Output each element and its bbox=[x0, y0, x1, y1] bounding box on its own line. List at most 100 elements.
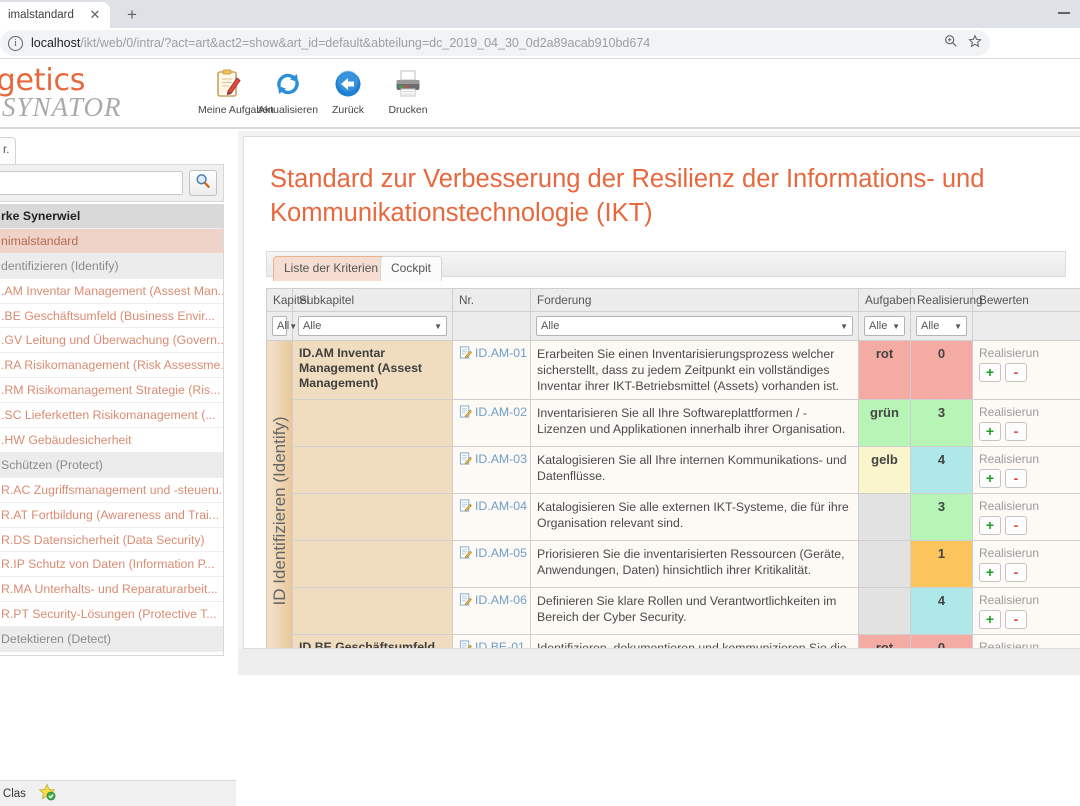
filter-select-kapitel[interactable]: All ▼ bbox=[272, 316, 287, 336]
filter-cell-nr bbox=[453, 312, 531, 341]
tab-cockpit[interactable]: Cockpit bbox=[380, 256, 442, 281]
forderung-cell: Katalogisieren Sie all Ihre internen Kom… bbox=[531, 447, 859, 494]
browser-tab[interactable]: imalstandard ✕ bbox=[0, 2, 110, 28]
realisierung-cell: 4 bbox=[911, 588, 973, 635]
toolbar-button-zurueck[interactable]: Zurück bbox=[318, 64, 378, 116]
forderung-cell: Inventarisieren Sie all Ihre Softwarepla… bbox=[531, 400, 859, 447]
criteria-nr-link[interactable]: ID.AM-03 bbox=[475, 452, 527, 466]
col-header-aufgaben[interactable]: Aufgaben bbox=[859, 289, 911, 312]
criteria-nr-cell[interactable]: ID.AM-06 bbox=[453, 588, 531, 635]
decrease-button[interactable]: - bbox=[1005, 363, 1027, 382]
sidebar-item-id-am[interactable]: .AM Inventar Management (Assest Man... bbox=[0, 279, 223, 304]
page-title: Standard zur Verbesserung der Resilienz … bbox=[270, 162, 1000, 230]
sidebar-item-pr-ma[interactable]: R.MA Unterhalts- und Reparaturarbeit... bbox=[0, 577, 223, 602]
info-icon[interactable]: i bbox=[8, 36, 23, 51]
sidebar-item-id-ra[interactable]: .RA Risikomanagement (Risk Assessme... bbox=[0, 353, 223, 378]
bewerten-label: Realisierun bbox=[979, 452, 1080, 466]
col-header-nr[interactable]: Nr. bbox=[453, 289, 531, 312]
decrease-button[interactable]: - bbox=[1005, 422, 1027, 441]
bewerten-label: Realisierun bbox=[979, 405, 1080, 419]
sidebar-item-pr-at[interactable]: R.AT Fortbildung (Awareness and Trai... bbox=[0, 503, 223, 528]
filter-select-subkapitel[interactable]: Alle ▼ bbox=[298, 316, 447, 336]
criteria-nr-cell[interactable]: ID.AM-04 bbox=[453, 494, 531, 541]
toolbar-label: Aktualisieren bbox=[258, 104, 318, 116]
criteria-nr-cell[interactable]: ID.AM-01 bbox=[453, 341, 531, 400]
criteria-nr-cell[interactable]: ID.BE-01 bbox=[453, 635, 531, 650]
chevron-down-icon: ▼ bbox=[892, 322, 900, 331]
increase-button[interactable]: + bbox=[979, 422, 1001, 441]
sidebar-item-detect[interactable]: Detektieren (Detect) bbox=[0, 627, 223, 652]
filter-cell-realisierung: Alle ▼ bbox=[911, 312, 973, 341]
decrease-button[interactable]: - bbox=[1005, 516, 1027, 535]
sidebar-item-pr-ip[interactable]: R.IP Schutz von Daten (Information P... bbox=[0, 552, 223, 577]
printer-icon bbox=[378, 64, 438, 104]
filter-value: Alle bbox=[869, 320, 887, 332]
sidebar-item-pr-pt[interactable]: R.PT Security-Lösungen (Protective T... bbox=[0, 602, 223, 627]
sidebar-item-id-rm[interactable]: .RM Risikomanagement Strategie (Ris... bbox=[0, 378, 223, 403]
sidebar-item-selected[interactable]: nimalstandard bbox=[0, 229, 223, 254]
sidebar-item-protect[interactable]: Schützen (Protect) bbox=[0, 453, 223, 478]
bewerten-cell: Realisierun+- bbox=[973, 341, 1080, 400]
increase-button[interactable]: + bbox=[979, 610, 1001, 629]
zoom-in-icon[interactable] bbox=[940, 34, 962, 52]
close-icon[interactable]: ✕ bbox=[88, 8, 102, 22]
filter-select-aufgaben[interactable]: Alle ▼ bbox=[864, 316, 905, 336]
sidebar-item-id-gv[interactable]: .GV Leitung und Überwachung (Govern... bbox=[0, 328, 223, 353]
sidebar-item-id-hw[interactable]: .HW Gebäudesicherheit bbox=[0, 428, 223, 453]
filter-cell-kapitel: All ▼ bbox=[267, 312, 293, 341]
refresh-icon bbox=[258, 64, 318, 104]
toolbar-button-meine-aufgaben[interactable]: Meine Aufgaben bbox=[198, 64, 258, 116]
toolbar-button-aktualisieren[interactable]: Aktualisieren bbox=[258, 64, 318, 116]
sidebar-tab[interactable]: r. bbox=[0, 137, 16, 164]
document-edit-icon bbox=[459, 640, 472, 649]
star-icon[interactable] bbox=[964, 34, 986, 52]
tab-liste-der-kriterien[interactable]: Liste der Kriterien bbox=[273, 256, 389, 281]
criteria-nr-cell[interactable]: ID.AM-02 bbox=[453, 400, 531, 447]
criteria-nr-link[interactable]: ID.AM-01 bbox=[475, 346, 527, 360]
increase-button[interactable]: + bbox=[979, 516, 1001, 535]
sidebar-nav-list: rke Synerwiel nimalstandard dentifiziere… bbox=[0, 204, 224, 656]
criteria-nr-cell[interactable]: ID.AM-05 bbox=[453, 541, 531, 588]
aufgaben-cell: gelb bbox=[859, 447, 911, 494]
filter-select-forderung[interactable]: Alle ▼ bbox=[536, 316, 853, 336]
table-row: ID.AM-05Priorisieren Sie die inventarisi… bbox=[267, 541, 1080, 588]
col-header-realisierung[interactable]: Realisierung bbox=[911, 289, 973, 312]
sidebar-item-pr-ac[interactable]: R.AC Zugriffsmanagement und -steueru... bbox=[0, 478, 223, 503]
star-badge-icon[interactable] bbox=[38, 783, 56, 804]
toolbar-label: Drucken bbox=[378, 104, 438, 116]
criteria-nr-link[interactable]: ID.AM-05 bbox=[475, 546, 527, 560]
decrease-button[interactable]: - bbox=[1005, 610, 1027, 629]
criteria-nr-link[interactable]: ID.BE-01 bbox=[475, 640, 525, 649]
criteria-nr-link[interactable]: ID.AM-06 bbox=[475, 593, 527, 607]
increase-button[interactable]: + bbox=[979, 563, 1001, 582]
sidebar-item-id-sc[interactable]: .SC Lieferketten Risikomanagement (... bbox=[0, 403, 223, 428]
sidebar-search-area bbox=[0, 164, 224, 202]
omnibox[interactable]: i localhost/ikt/web/0/intra/?act=art&act… bbox=[0, 30, 990, 56]
plus-icon[interactable]: + bbox=[122, 5, 142, 25]
search-input[interactable] bbox=[0, 171, 183, 195]
document-edit-icon bbox=[459, 593, 472, 609]
toolbar-button-drucken[interactable]: Drucken bbox=[378, 64, 438, 116]
criteria-nr-link[interactable]: ID.AM-04 bbox=[475, 499, 527, 513]
col-header-subkapitel[interactable]: Subkapitel bbox=[293, 289, 453, 312]
minimize-icon[interactable] bbox=[1058, 12, 1070, 14]
increase-button[interactable]: + bbox=[979, 469, 1001, 488]
col-header-forderung[interactable]: Forderung bbox=[531, 289, 859, 312]
logo-line-2: SYNATOR bbox=[2, 92, 122, 123]
col-header-bewerten[interactable]: Bewerten bbox=[973, 289, 1080, 312]
filter-cell-bewerten bbox=[973, 312, 1080, 341]
criteria-nr-link[interactable]: ID.AM-02 bbox=[475, 405, 527, 419]
sidebar-item-identify[interactable]: dentifizieren (Identify) bbox=[0, 254, 223, 279]
sidebar-item-id-be[interactable]: .BE Geschäftsumfeld (Business Envir... bbox=[0, 304, 223, 329]
col-header-kapitel[interactable]: Kapitel bbox=[267, 289, 293, 312]
filter-select-realisierung[interactable]: Alle ▼ bbox=[916, 316, 967, 336]
decrease-button[interactable]: - bbox=[1005, 469, 1027, 488]
forderung-cell: Erarbeiten Sie einen Inventarisierungspr… bbox=[531, 341, 859, 400]
search-button[interactable] bbox=[189, 170, 217, 196]
decrease-button[interactable]: - bbox=[1005, 563, 1027, 582]
increase-button[interactable]: + bbox=[979, 363, 1001, 382]
criteria-nr-cell[interactable]: ID.AM-03 bbox=[453, 447, 531, 494]
sidebar-item-group[interactable]: rke Synerwiel bbox=[0, 204, 223, 229]
sidebar-item-pr-ds[interactable]: R.DS Datensicherheit (Data Security) bbox=[0, 528, 223, 553]
aufgaben-cell: rot bbox=[859, 635, 911, 650]
